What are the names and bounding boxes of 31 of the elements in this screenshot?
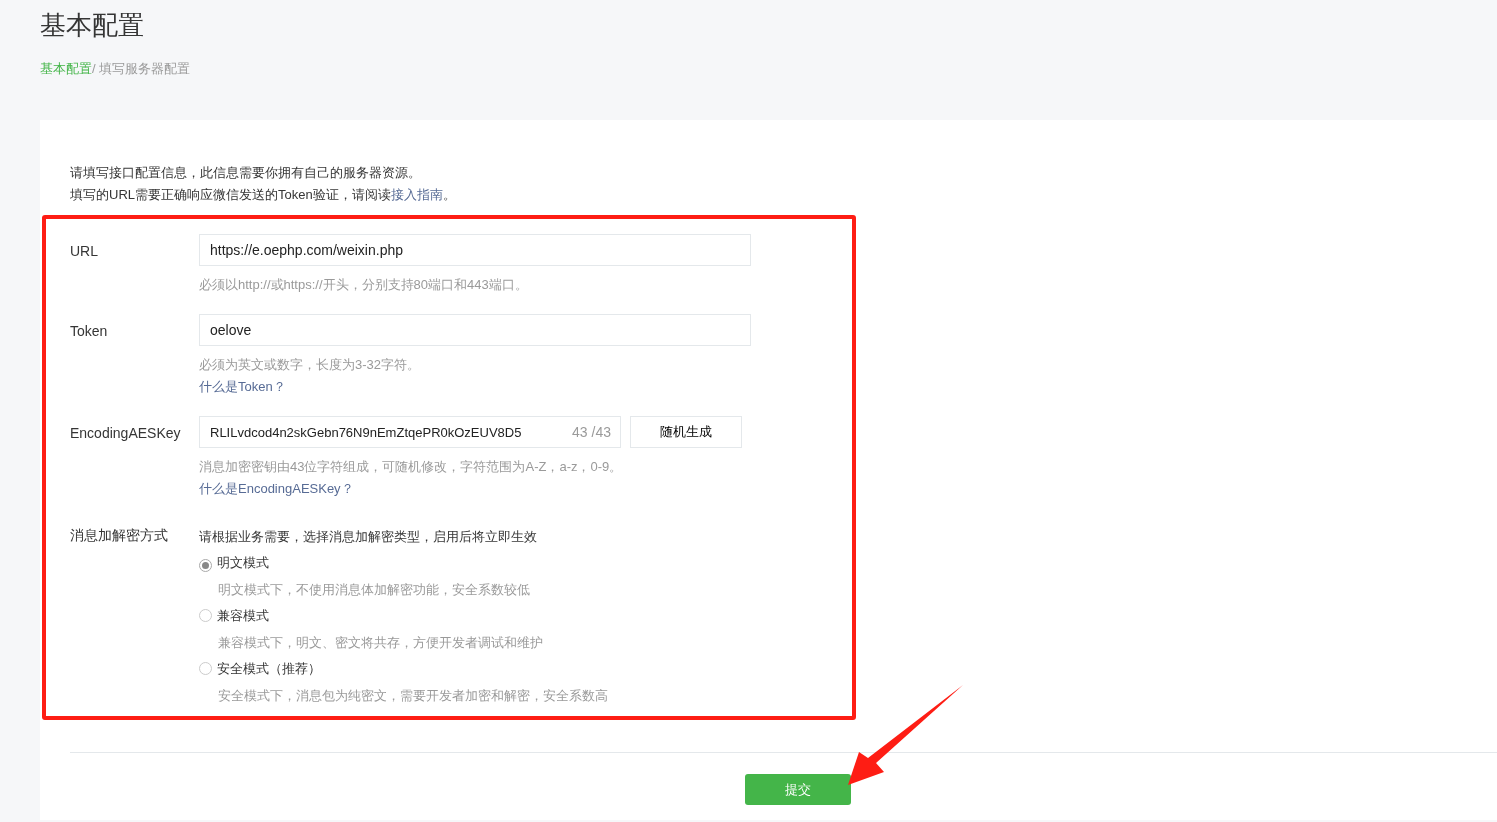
input-field[interactable]: https://e.oephp.com/weixin.php	[199, 234, 751, 266]
option-label: 明文模式	[217, 555, 269, 570]
char-counter: 43 /43	[572, 423, 611, 441]
radio-option[interactable]: 安全模式（推荐）	[199, 656, 608, 682]
hint-text: 必须以http://或https://开头，分别支持80端口和443端口。	[199, 276, 529, 294]
input-field[interactable]: oelove	[199, 314, 751, 346]
option-label: 安全模式（推荐）	[217, 661, 321, 676]
option-label: 兼容模式	[217, 608, 269, 623]
guide-link[interactable]: 接入指南	[390, 187, 443, 202]
hint-text: 必须为英文或数字，长度为3-32字符。	[199, 356, 422, 374]
option-description: 明文模式下，不使用消息体加解密功能，安全系数较低	[217, 581, 531, 599]
generate-button[interactable]: 随机生成	[630, 416, 742, 448]
field-label: URL	[70, 242, 99, 261]
field-label: 消息加解密方式	[70, 526, 169, 545]
radio-icon[interactable]	[199, 559, 212, 572]
help-link[interactable]: 什么是EncodingAESKey？	[199, 481, 354, 496]
radio-icon[interactable]	[199, 609, 212, 622]
hint-text: 消息加密密钥由43位字符组成，可随机修改，字符范围为A-Z，a-z，0-9。	[199, 458, 624, 476]
radio-icon[interactable]	[199, 662, 212, 675]
page-title: 基本配置	[39, 9, 145, 42]
radio-option[interactable]: 兼容模式	[199, 603, 608, 629]
option-description: 安全模式下，消息包为纯密文，需要开发者加密和解密，安全系数高	[217, 687, 608, 705]
field-label: Token	[70, 322, 109, 341]
radio-option[interactable]: 明文模式	[199, 550, 608, 576]
intro-text: 请填写接口配置信息，此信息需要你拥有自己的服务器资源。	[70, 164, 422, 182]
field-label: EncodingAESKey	[70, 424, 182, 443]
intro-text: 填写的URL需要正确响应微信发送的Token验证，请阅读接入指南。	[70, 186, 457, 204]
breadcrumb-current: / 填写服务器配置	[92, 61, 191, 76]
option-description: 兼容模式下，明文、密文将共存，方便开发者调试和维护	[217, 634, 544, 652]
section-description: 请根据业务需要，选择消息加解密类型，启用后将立即生效	[199, 528, 538, 546]
help-link[interactable]: 什么是Token？	[199, 379, 286, 394]
